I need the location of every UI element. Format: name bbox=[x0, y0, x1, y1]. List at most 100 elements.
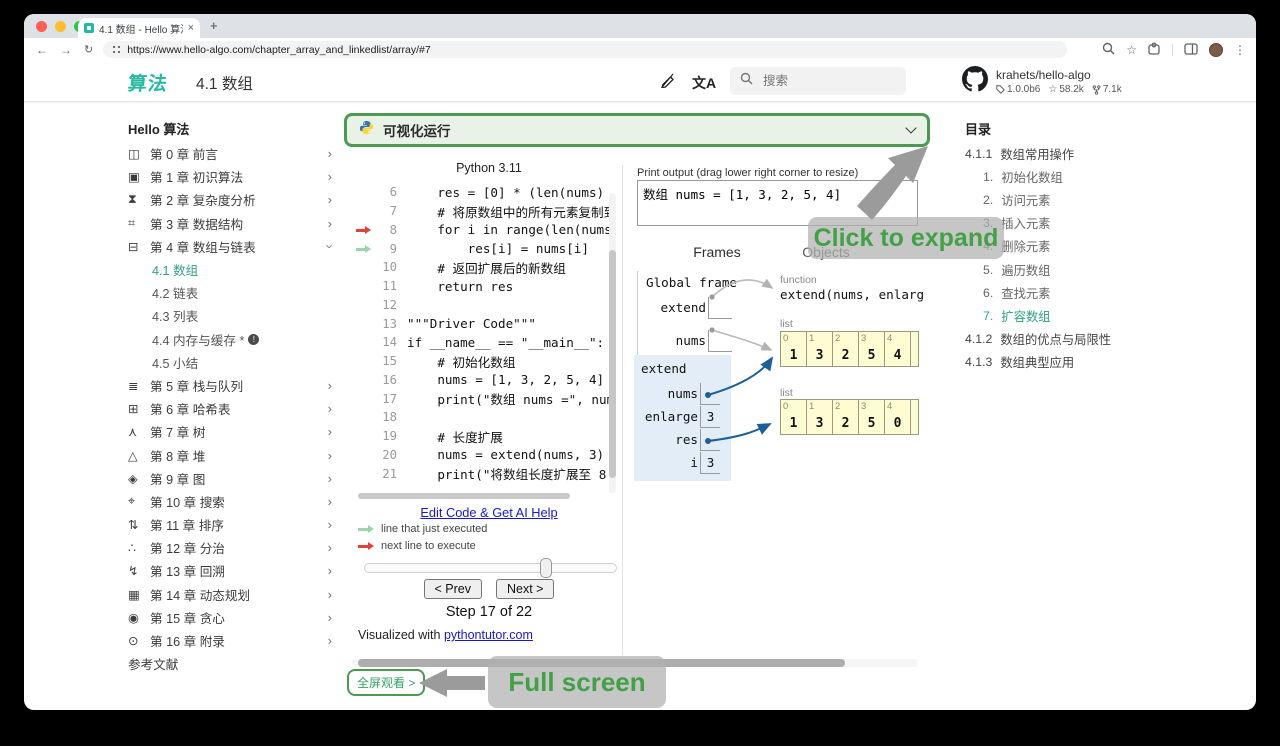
line-marker bbox=[355, 183, 371, 201]
toc-item-number: 4.1.3 bbox=[965, 355, 992, 369]
line-marker bbox=[355, 333, 371, 351]
chevron-down-icon[interactable] bbox=[905, 122, 916, 133]
toc-item[interactable]: 1.初始化数组 bbox=[965, 165, 1175, 188]
back-icon[interactable]: ← bbox=[36, 43, 48, 57]
theme-toggle-icon[interactable] bbox=[660, 71, 677, 88]
code-text: nums = [1, 3, 2, 5, 4] bbox=[407, 372, 604, 387]
backtracking-icon: ↯ bbox=[128, 563, 150, 578]
pythontutor-link[interactable]: pythontutor.com bbox=[444, 628, 533, 642]
search-box[interactable] bbox=[730, 67, 906, 95]
code-line: 18 bbox=[355, 408, 617, 427]
code-text: # 将原数组中的所有元素复制到 bbox=[407, 202, 616, 221]
line-number: 17 bbox=[371, 392, 397, 406]
complexity-icon: ⧗ bbox=[128, 192, 150, 207]
github-icon bbox=[962, 66, 988, 97]
sidebar-item[interactable]: ▦第 14 章 动态规划› bbox=[128, 583, 340, 606]
chevron-right-icon: › bbox=[328, 192, 332, 207]
sidebar-item[interactable]: ⇅第 11 章 排序› bbox=[128, 513, 340, 536]
fullscreen-link[interactable]: 全屏观看 > bbox=[347, 669, 425, 696]
python-logo-icon bbox=[359, 120, 374, 140]
tab-close-icon[interactable]: × bbox=[188, 22, 194, 34]
toc-item[interactable]: 2.访问元素 bbox=[965, 188, 1175, 211]
sidebar-item[interactable]: ≣第 5 章 栈与队列› bbox=[128, 374, 340, 397]
sidebar-item[interactable]: ⊟第 4 章 数组与链表› bbox=[128, 235, 340, 258]
toc-item[interactable]: 4.1.2数组的优点与局限性 bbox=[965, 328, 1175, 351]
profile-avatar[interactable] bbox=[1209, 43, 1223, 57]
forward-icon[interactable]: → bbox=[60, 43, 72, 57]
extend-frame-title: extend bbox=[641, 361, 687, 376]
sidebar-item[interactable]: ⊞第 6 章 哈希表› bbox=[128, 397, 340, 420]
sidebar-item[interactable]: ◉第 15 章 贪心› bbox=[128, 606, 340, 629]
code-line: 20 nums = extend(nums, 3) bbox=[355, 446, 617, 465]
edit-code-link[interactable]: Edit Code & Get AI Help bbox=[420, 505, 557, 520]
sidebar-item[interactable]: ⧗第 2 章 复杂度分析› bbox=[128, 188, 340, 211]
array-linkedlist-icon: ⊟ bbox=[128, 239, 150, 254]
list-object-nums: 0113223544 bbox=[780, 331, 919, 367]
fullscreen-annotation-arrow-icon bbox=[417, 668, 487, 698]
code-pane: 6 res = [0] * (len(nums)7 # 将原数组中的所有元素复制… bbox=[355, 183, 617, 489]
code-horizontal-scrollbar[interactable] bbox=[358, 493, 570, 499]
frames-header: Frames bbox=[637, 244, 797, 260]
language-icon[interactable]: 文A bbox=[692, 73, 716, 93]
sidebar-item[interactable]: ↯第 13 章 回溯› bbox=[128, 559, 340, 582]
sidebar-item-label: 第 8 章 堆 bbox=[150, 446, 205, 465]
next-button[interactable]: Next > bbox=[496, 579, 554, 599]
sidebar-item[interactable]: 参考文献 bbox=[128, 652, 340, 675]
browser-tab[interactable]: 4.1 数组 - Hello 算法 × bbox=[78, 18, 200, 38]
sidebar-item[interactable]: 4.2 链表 bbox=[128, 281, 340, 304]
toc-item[interactable]: 5.遍历数组 bbox=[965, 258, 1175, 281]
github-repo-widget[interactable]: krahets/hello-algo 1.0.0b6 ☆58.2k 7.1k bbox=[962, 66, 1122, 97]
step-slider-thumb[interactable] bbox=[540, 558, 552, 578]
sidebar-item[interactable]: ⌖第 10 章 搜索› bbox=[128, 490, 340, 513]
toc-item[interactable]: 4.1.3数组典型应用 bbox=[965, 351, 1175, 374]
chevron-right-icon: › bbox=[328, 169, 332, 184]
sidebar-item[interactable]: 4.4 内存与缓存 *! bbox=[128, 328, 340, 351]
line-number: 20 bbox=[371, 448, 397, 462]
sidebar-item[interactable]: 4.1 数组 bbox=[128, 258, 340, 281]
chevron-right-icon: › bbox=[328, 610, 332, 625]
extensions-icon[interactable] bbox=[1148, 42, 1161, 57]
sidebar-item[interactable]: ◈第 9 章 图› bbox=[128, 467, 340, 490]
address-bar[interactable]: https://www.hello-algo.com/chapter_array… bbox=[103, 41, 1067, 58]
new-tab-button[interactable]: + bbox=[210, 18, 218, 33]
search-input[interactable] bbox=[761, 73, 881, 89]
tree-icon: ⋏ bbox=[128, 424, 150, 439]
panel-divider bbox=[622, 165, 623, 655]
refresh-icon[interactable]: ↻ bbox=[84, 43, 93, 56]
sidebar-item[interactable]: 4.5 小结 bbox=[128, 351, 340, 374]
search-chapter-icon: ⌖ bbox=[128, 494, 150, 509]
sidebar-item[interactable]: ⊙第 16 章 附录› bbox=[128, 629, 340, 652]
step-slider-track[interactable] bbox=[364, 563, 617, 573]
side-panel-icon[interactable] bbox=[1184, 43, 1198, 57]
toc-item[interactable]: 6.查找元素 bbox=[965, 281, 1175, 304]
minimize-window-button[interactable] bbox=[55, 21, 66, 32]
zoom-icon[interactable] bbox=[1102, 42, 1115, 57]
repo-name: krahets/hello-algo bbox=[996, 68, 1122, 82]
sidebar-item[interactable]: ⋏第 7 章 树› bbox=[128, 420, 340, 443]
toc-item-label: 插入元素 bbox=[1001, 214, 1050, 232]
line-marker bbox=[355, 408, 371, 426]
cell-index: 0 bbox=[783, 333, 788, 344]
chevron-right-icon: › bbox=[328, 587, 332, 602]
cell-value: 1 bbox=[781, 348, 806, 363]
cell-index: 4 bbox=[887, 401, 892, 412]
toc-item[interactable]: 7.扩容数组 bbox=[965, 304, 1175, 327]
sidebar-item[interactable]: ⌗第 3 章 数据结构› bbox=[128, 212, 340, 235]
code-vertical-scrollbar[interactable] bbox=[609, 250, 616, 478]
prev-button[interactable]: < Prev bbox=[424, 579, 482, 599]
sidebar-item[interactable]: ∴第 12 章 分治› bbox=[128, 536, 340, 559]
site-settings-icon[interactable] bbox=[112, 45, 121, 54]
sidebar-item[interactable]: ◫第 0 章 前言› bbox=[128, 142, 340, 165]
sidebar-item[interactable]: ▣第 1 章 初识算法› bbox=[128, 165, 340, 188]
list2-type-label: list bbox=[780, 387, 793, 399]
hello-algo-logo[interactable]: 算法 bbox=[127, 69, 170, 96]
bookmark-star-icon[interactable]: ☆ bbox=[1126, 44, 1137, 56]
sidebar-item[interactable]: △第 8 章 堆› bbox=[128, 443, 340, 466]
sidebar-item[interactable]: 4.3 列表 bbox=[128, 304, 340, 327]
graph-icon: ◈ bbox=[128, 471, 150, 486]
code-text: for i in range(len(nums bbox=[407, 222, 612, 237]
toc-item[interactable]: 4.1.1数组常用操作 bbox=[965, 142, 1175, 165]
browser-menu-icon[interactable]: ⋮ bbox=[1234, 44, 1246, 56]
repo-forks: 7.1k bbox=[1103, 84, 1122, 95]
close-window-button[interactable] bbox=[36, 21, 47, 32]
